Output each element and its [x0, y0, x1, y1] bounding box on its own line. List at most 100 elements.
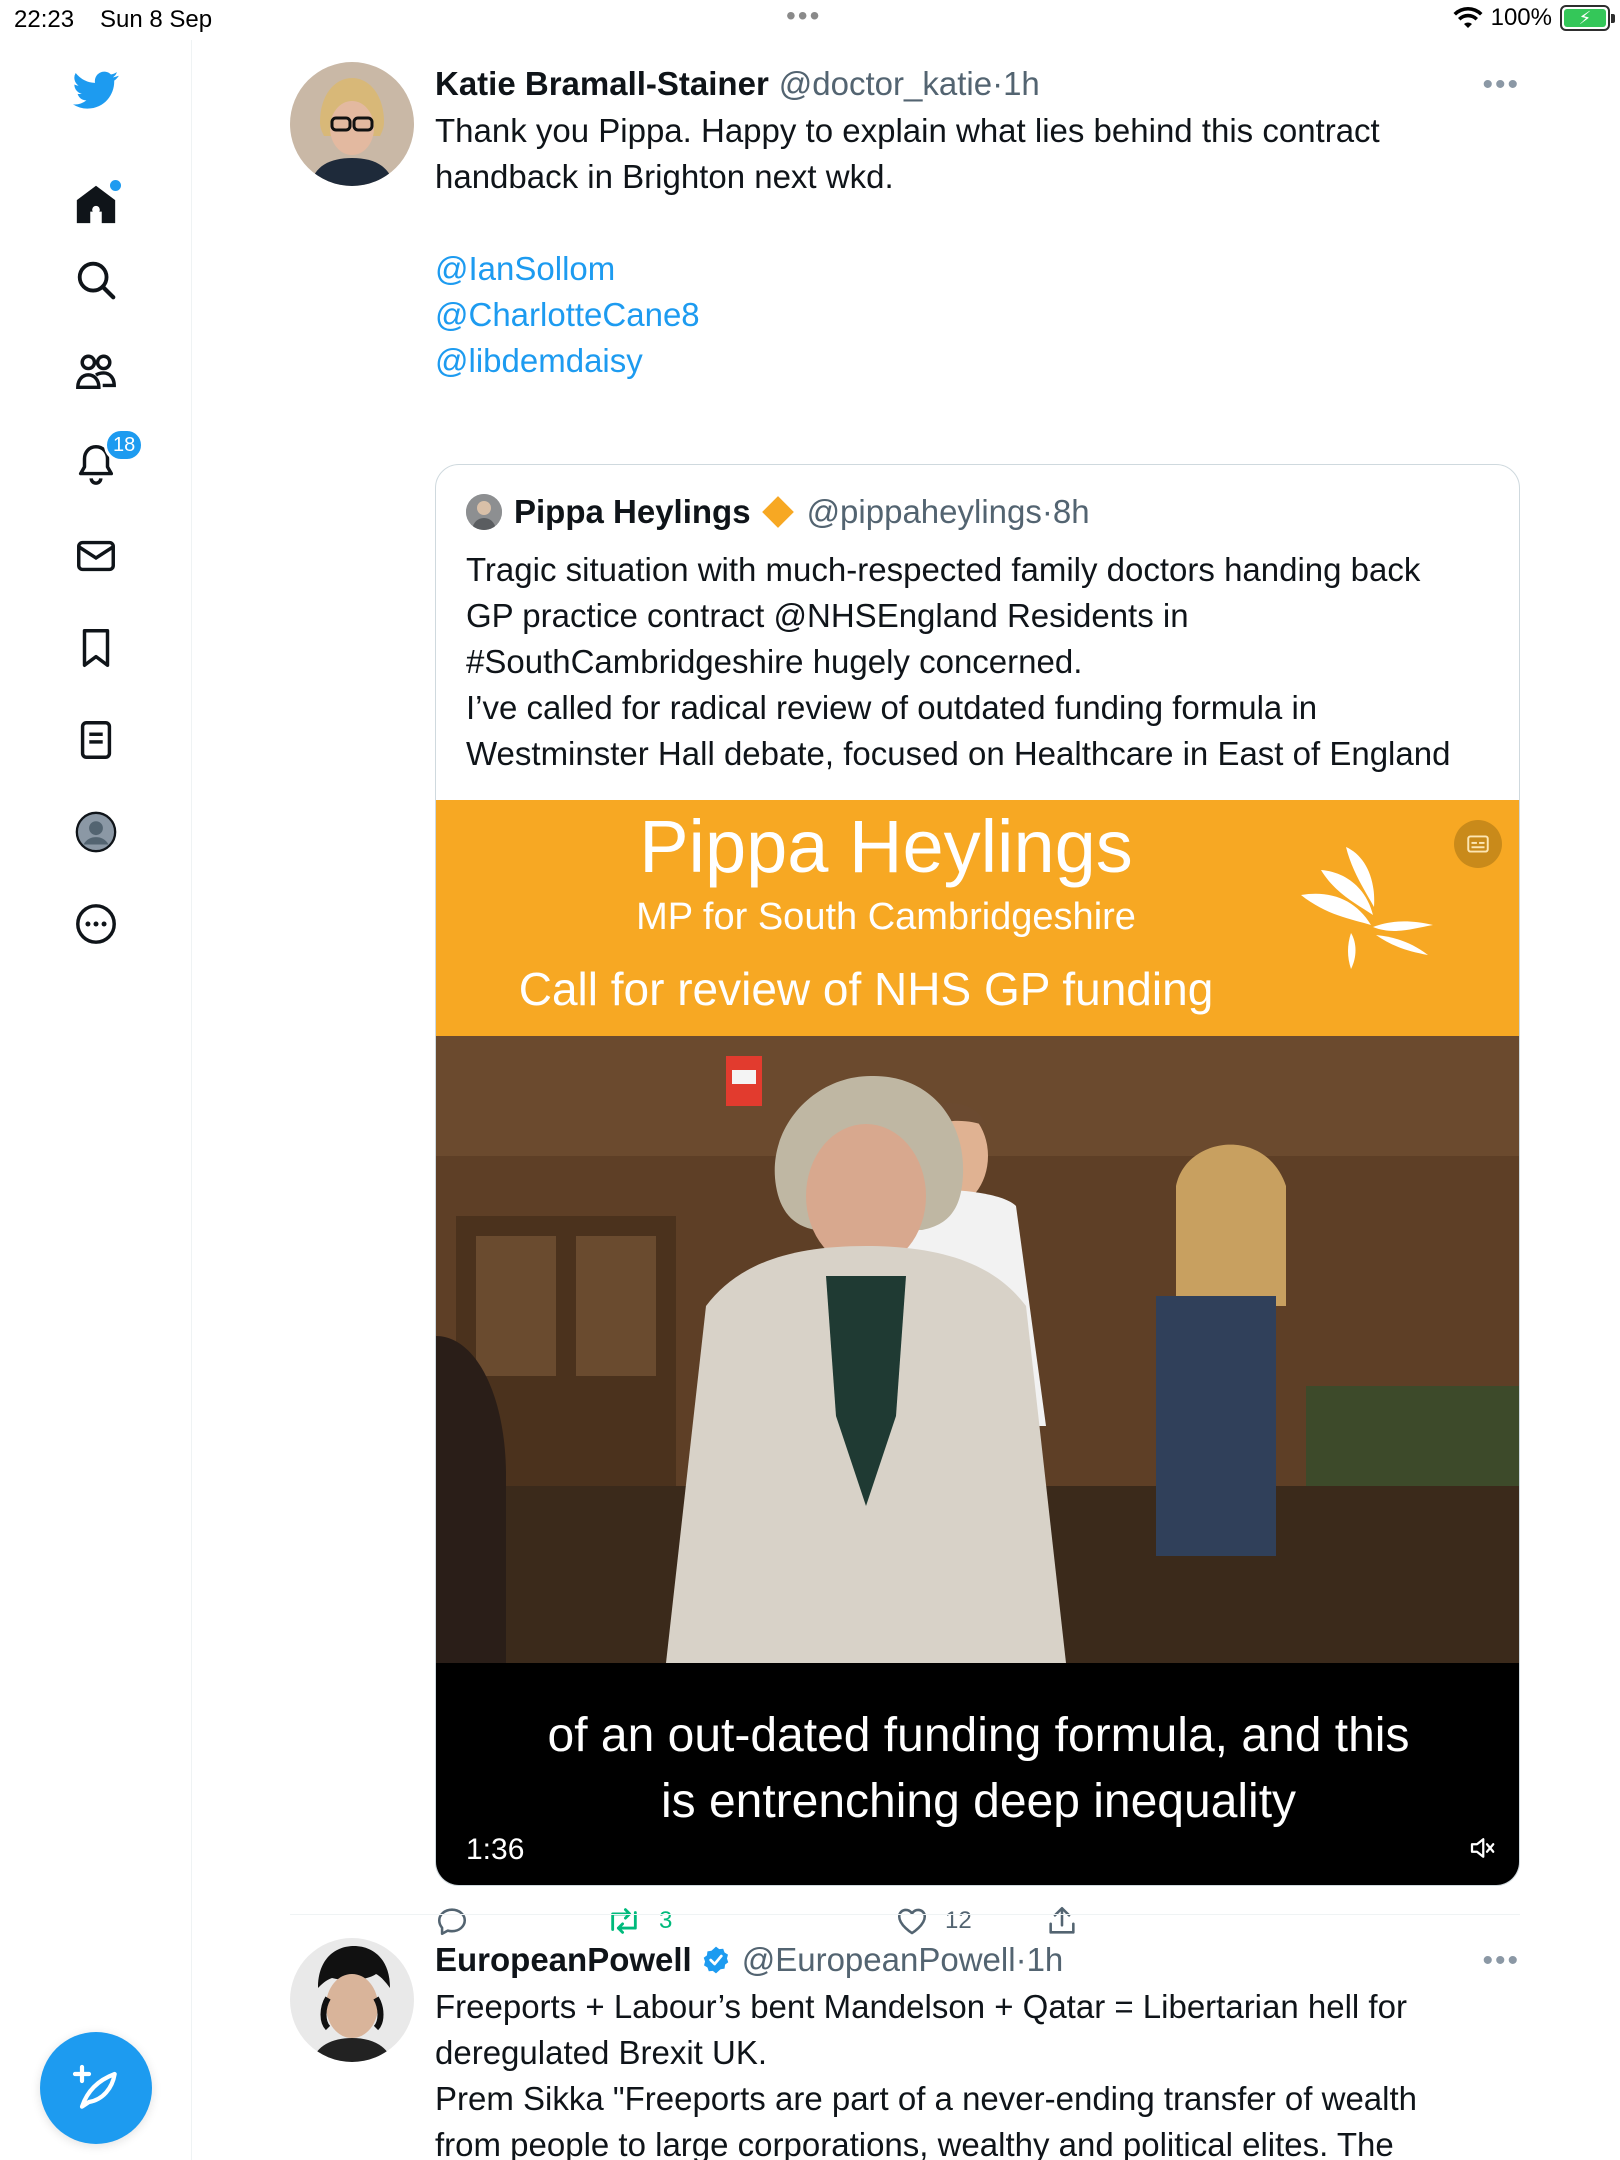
tweet-time[interactable]: 1h — [1027, 1941, 1064, 1979]
search-icon — [77, 261, 116, 300]
quote-avatar — [466, 494, 502, 530]
muted-speaker-icon — [1470, 1838, 1495, 1858]
status-time: 22:23 — [14, 6, 75, 33]
tweet-header: Katie Bramall-Stainer @doctor_katie · 1h — [435, 62, 1520, 106]
compose-feather-icon — [72, 2064, 117, 2109]
tweet-header: EuropeanPowell @EuropeanPowell · 1h — [435, 1938, 1520, 1982]
tweet-body: EuropeanPowell @EuropeanPowell · 1h ••• … — [435, 1938, 1520, 2160]
status-date: Sun 8 Sep — [100, 6, 213, 33]
quote-text-line: GP practice contract @NHSEngland Residen… — [466, 597, 1189, 634]
verified-badge-icon — [703, 1946, 728, 1974]
tweet-text-line: handback in Brighton next wkd. — [435, 158, 894, 195]
communities-icon — [76, 354, 116, 390]
quoted-tweet[interactable]: Pippa Heylings @pippaheylings · 8h Tragi… — [435, 464, 1520, 1886]
tweet-body: Katie Bramall-Stainer @doctor_katie · 1h… — [435, 62, 1520, 384]
author-handle[interactable]: @EuropeanPowell — [742, 1941, 1016, 1979]
wifi-icon — [1453, 6, 1483, 28]
battery-icon: ⚡ — [1560, 5, 1615, 31]
compose-tweet-button[interactable] — [40, 2032, 152, 2144]
video-banner: Pippa Heylings MP for South Cambridgeshi… — [436, 800, 1519, 1036]
author-name[interactable]: EuropeanPowell — [435, 1941, 692, 1979]
share-icon — [1049, 1906, 1075, 1934]
quote-text-line: Westminster Hall debate, focused on Heal… — [466, 735, 1451, 772]
more-options-icon[interactable]: ••• — [1482, 68, 1520, 102]
caption-line: is entrenching deep inequality — [660, 1775, 1297, 1828]
tweet[interactable]: Katie Bramall-Stainer @doctor_katie · 1h… — [290, 62, 1520, 1936]
nav-notifications[interactable]: 18 — [60, 428, 145, 500]
video-duration: 1:36 — [466, 1833, 525, 1866]
separator: · — [992, 65, 1004, 102]
translate-captions-icon[interactable] — [1454, 820, 1502, 868]
video-frame — [436, 1036, 1519, 1663]
banner-call: Call for review of NHS GP funding — [518, 963, 1214, 1015]
lists-icon — [80, 721, 112, 759]
new-content-dot — [110, 180, 121, 191]
battery-percent: 100% — [1490, 4, 1552, 31]
caption-area: of an out-dated funding formula, and thi… — [436, 1663, 1519, 1885]
multitasking-dots-icon[interactable]: ••• — [786, 0, 821, 32]
status-indicators: 100% ⚡ — [1453, 4, 1615, 32]
author-name[interactable]: Katie Bramall-Stainer — [435, 65, 769, 103]
notifications-badge: 18 — [104, 428, 145, 462]
mention-link[interactable]: @CharlotteCane8 — [435, 292, 1520, 338]
nav-home[interactable] — [60, 168, 132, 240]
video-player[interactable]: Pippa Heylings MP for South Cambridgeshi… — [436, 800, 1519, 1885]
quote-text-line: #SouthCambridgeshire hugely concerned. — [466, 643, 1083, 680]
mute-button[interactable] — [1467, 1833, 1497, 1868]
separator: · — [1041, 493, 1053, 530]
tweet-text-line: from people to large corporations, wealt… — [435, 2126, 1394, 2160]
messages-icon — [77, 540, 115, 572]
tweet-text-line: Prem Sikka "Freeports are part of a neve… — [435, 2080, 1418, 2117]
quote-text-line: I’ve called for radical review of outdat… — [466, 689, 1318, 726]
nav-bookmarks[interactable] — [60, 612, 132, 684]
share-button[interactable] — [1045, 1904, 1079, 1938]
tweet-text-line: Freeports + Labour’s bent Mandelson + Qa… — [435, 1988, 1407, 2025]
sidebar: 18 — [0, 40, 192, 2160]
avatar[interactable] — [290, 62, 414, 186]
bookmarks-icon — [82, 629, 110, 667]
nav-more[interactable] — [60, 888, 132, 960]
tweet-divider — [290, 1914, 1520, 1915]
quote-text-line: Tragic situation with much-respected fam… — [466, 551, 1421, 588]
mention-link[interactable]: @libdemdaisy — [435, 338, 1520, 384]
affiliation-badge-icon — [761, 496, 794, 528]
tweet-text: Freeports + Labour’s bent Mandelson + Qa… — [435, 1984, 1520, 2160]
like-button[interactable]: 12 — [895, 1904, 972, 1938]
heart-icon — [897, 1908, 927, 1935]
nav-lists[interactable] — [60, 704, 132, 776]
nav-messages[interactable] — [60, 520, 132, 592]
tweet-text-line: deregulated Brexit UK. — [435, 2034, 768, 2071]
quote-text: Tragic situation with much-respected fam… — [466, 547, 1506, 777]
tweet[interactable]: EuropeanPowell @EuropeanPowell · 1h ••• … — [290, 1938, 1520, 2160]
tweet-text: Thank you Pippa. Happy to explain what l… — [435, 108, 1520, 384]
mention-link[interactable]: @IanSollom — [435, 246, 1520, 292]
party-bird-logo-icon — [1301, 847, 1433, 969]
tweet-text-line: Thank you Pippa. Happy to explain what l… — [435, 112, 1380, 149]
author-handle[interactable]: @doctor_katie — [779, 65, 992, 103]
tweet-time[interactable]: 1h — [1003, 65, 1040, 103]
nav-profile[interactable] — [60, 796, 132, 868]
profile-icon — [75, 811, 117, 853]
nav-search[interactable] — [60, 244, 132, 316]
banner-title: Pippa Heylings — [639, 805, 1133, 888]
banner-subtitle: MP for South Cambridgeshire — [636, 896, 1136, 938]
quote-author-name[interactable]: Pippa Heylings — [514, 493, 751, 531]
video-caption: of an out-dated funding formula, and thi… — [436, 1703, 1519, 1835]
retweet-icon — [611, 1908, 637, 1934]
twitter-logo-icon[interactable] — [60, 54, 132, 126]
reply-button[interactable] — [435, 1904, 469, 1938]
retweet-count: 3 — [659, 1907, 673, 1934]
reply-icon — [437, 1908, 467, 1936]
nav-communities[interactable] — [60, 336, 132, 408]
like-count: 12 — [945, 1907, 972, 1934]
quote-time[interactable]: 8h — [1053, 493, 1090, 531]
separator: · — [1015, 1941, 1027, 1978]
retweet-button[interactable]: 3 — [605, 1904, 672, 1938]
quote-author-handle[interactable]: @pippaheylings — [807, 493, 1042, 531]
quote-header: Pippa Heylings @pippaheylings · 8h — [466, 493, 1090, 531]
avatar[interactable] — [290, 1938, 414, 2062]
more-options-icon[interactable]: ••• — [1482, 1944, 1520, 1978]
status-bar: 22:23 Sun 8 Sep ••• 100% ⚡ — [0, 0, 1620, 40]
more-icon — [76, 904, 116, 944]
caption-line: of an out-dated funding formula, and thi… — [547, 1709, 1410, 1762]
